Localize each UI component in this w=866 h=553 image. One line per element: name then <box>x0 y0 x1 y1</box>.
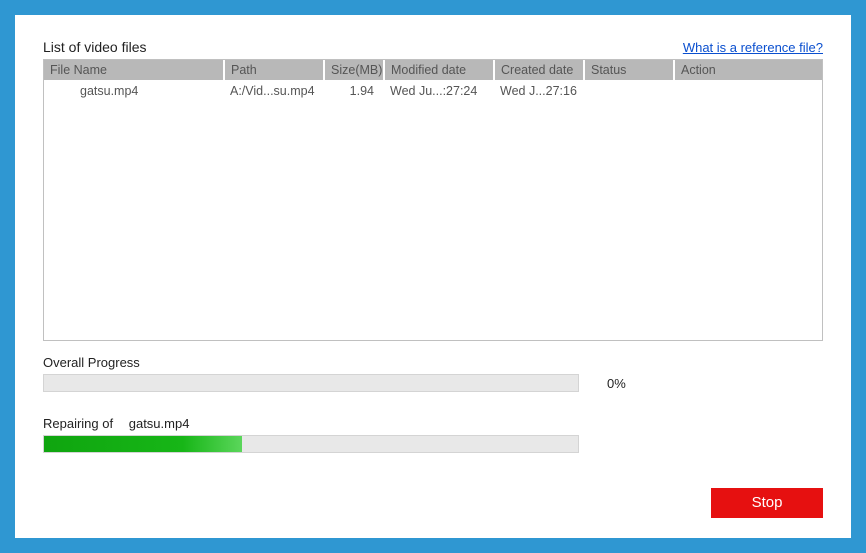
page-title: List of video files <box>43 39 147 55</box>
table-row[interactable]: gatsu.mp4 A:/Vid...su.mp4 1.94 Wed Ju...… <box>44 80 822 102</box>
table-header-row: File Name Path Size(MB) Modified date Cr… <box>44 60 822 80</box>
file-table-container: File Name Path Size(MB) Modified date Cr… <box>43 59 823 341</box>
col-header-modified[interactable]: Modified date <box>384 60 494 80</box>
repair-progress-label: Repairing of gatsu.mp4 <box>43 416 823 431</box>
cell-action <box>674 80 822 102</box>
col-header-created[interactable]: Created date <box>494 60 584 80</box>
overall-progress-bar <box>43 374 579 392</box>
cell-status <box>584 80 674 102</box>
cell-path: A:/Vid...su.mp4 <box>224 80 324 102</box>
col-header-size[interactable]: Size(MB) <box>324 60 384 80</box>
cell-modified: Wed Ju...:27:24 <box>384 80 494 102</box>
repair-progress-fill <box>44 436 242 452</box>
repair-prefix: Repairing of <box>43 416 113 431</box>
col-header-filename[interactable]: File Name <box>44 60 224 80</box>
col-header-action[interactable]: Action <box>674 60 822 80</box>
overall-progress-label: Overall Progress <box>43 355 823 370</box>
overall-progress-percent: 0% <box>607 376 626 391</box>
overall-progress-row: 0% <box>43 374 823 392</box>
file-table: File Name Path Size(MB) Modified date Cr… <box>44 60 822 102</box>
col-header-path[interactable]: Path <box>224 60 324 80</box>
repair-filename: gatsu.mp4 <box>129 416 190 431</box>
cell-created: Wed J...27:16 <box>494 80 584 102</box>
reference-file-link[interactable]: What is a reference file? <box>683 40 823 55</box>
col-header-status[interactable]: Status <box>584 60 674 80</box>
cell-size: 1.94 <box>324 80 384 102</box>
stop-button[interactable]: Stop <box>711 488 823 518</box>
header-row: List of video files What is a reference … <box>43 39 823 55</box>
repair-progress-bar <box>43 435 579 453</box>
cell-filename: gatsu.mp4 <box>44 80 224 102</box>
app-window: List of video files What is a reference … <box>15 15 851 538</box>
